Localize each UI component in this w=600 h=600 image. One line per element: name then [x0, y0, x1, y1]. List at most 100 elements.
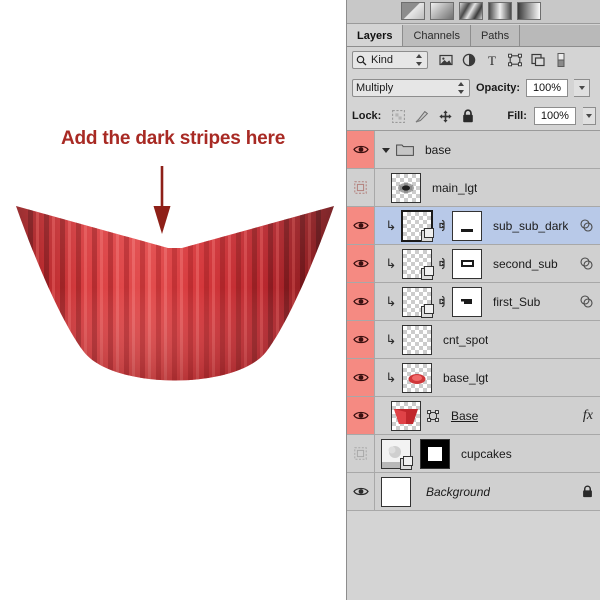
layer-mask-thumbnail[interactable]	[420, 438, 450, 469]
folder-icon	[396, 144, 414, 156]
chevron-down-icon[interactable]	[381, 145, 391, 155]
smart-object-badge-icon	[400, 455, 413, 470]
visibility-toggle[interactable]	[347, 245, 375, 282]
gradient-preset-2-swatch[interactable]	[430, 2, 454, 20]
clipping-mask-indicator-icon: ↳	[385, 370, 397, 385]
layer-thumbnail[interactable]	[402, 248, 434, 280]
eye-icon	[352, 221, 369, 230]
smart-object-filter-icon[interactable]	[531, 53, 545, 67]
clipping-mask-indicator-icon: ↳	[385, 332, 397, 347]
shape-layer-filter-icon[interactable]	[508, 53, 522, 67]
thumbnail-content	[398, 182, 414, 193]
visibility-off-icon	[354, 447, 367, 460]
svg-text:T: T	[488, 53, 496, 67]
layer-name: base	[425, 142, 452, 157]
layer-thumbnail[interactable]	[381, 438, 413, 470]
blend-opacity-row: Multiply Opacity: 100%	[347, 76, 600, 100]
layer-filter-row: Kind T	[347, 48, 600, 72]
visibility-toggle[interactable]	[347, 131, 375, 168]
layer-row-main-lgt[interactable]: main_lgt	[347, 169, 600, 207]
opacity-dropdown-button[interactable]	[574, 79, 591, 97]
layer-effects-icon[interactable]: fx	[583, 408, 593, 424]
eye-icon	[352, 145, 369, 154]
opacity-input[interactable]: 100%	[526, 79, 569, 97]
layer-thumbnail[interactable]	[391, 172, 421, 203]
layer-row-cupcakes[interactable]: cupcakes	[347, 435, 600, 473]
clipped-layers-icon[interactable]	[580, 295, 593, 308]
layer-row-first-sub[interactable]: ↳ first_Sub	[347, 283, 600, 321]
fill-dropdown-button[interactable]	[582, 107, 596, 125]
filter-toggle-switch-icon[interactable]	[554, 53, 568, 67]
type-layer-filter-icon[interactable]: T	[485, 53, 499, 67]
layer-name: cnt_spot	[443, 332, 489, 347]
lock-all-icon[interactable]	[462, 109, 474, 123]
mask-link-icon[interactable]	[437, 219, 447, 232]
vector-mask-icon[interactable]	[426, 409, 440, 423]
adjustment-layer-filter-icon[interactable]	[462, 53, 476, 67]
eye-icon	[352, 259, 369, 268]
layer-row-sub-sub-dark[interactable]: ↳ sub_sub_dark	[347, 207, 600, 245]
magnifier-icon	[356, 55, 367, 65]
layer-thumbnail[interactable]	[402, 362, 432, 393]
visibility-toggle[interactable]	[347, 359, 375, 396]
eye-icon	[352, 297, 369, 306]
filter-kind-dropdown[interactable]: Kind	[352, 51, 428, 69]
thumbnail-content	[408, 373, 426, 384]
smart-object-badge-icon	[421, 265, 434, 280]
gradient-preset-3-swatch[interactable]	[459, 2, 483, 20]
filter-kind-label: Kind	[371, 54, 394, 66]
tab-channels[interactable]: Channels	[403, 25, 471, 46]
blend-mode-value: Multiply	[356, 82, 394, 94]
layer-row-base[interactable]: Base fx	[347, 397, 600, 435]
layers-list[interactable]: base main_lgt ↳ sub_sub_dark ↳ second_su…	[347, 130, 600, 511]
blend-mode-stepper-icon[interactable]	[458, 81, 466, 95]
lock-transparency-icon[interactable]	[392, 109, 406, 123]
clipped-layers-icon[interactable]	[580, 219, 593, 232]
mask-link-icon[interactable]	[437, 295, 447, 308]
visibility-toggle[interactable]	[347, 207, 375, 244]
gradient-preset-4-swatch[interactable]	[488, 2, 512, 20]
layer-name: cupcakes	[461, 446, 512, 461]
layer-mask-thumbnail[interactable]	[452, 210, 482, 241]
panel-tab-bar: Layers Channels Paths	[347, 25, 600, 47]
fill-input[interactable]: 100%	[533, 107, 576, 125]
mask-link-icon[interactable]	[437, 257, 447, 270]
layer-row-base-lgt[interactable]: ↳ base_lgt	[347, 359, 600, 397]
lock-position-icon[interactable]	[439, 109, 452, 123]
clipping-mask-indicator-icon: ↳	[385, 256, 397, 271]
layer-thumbnail[interactable]	[381, 476, 411, 507]
layer-thumbnail[interactable]	[391, 400, 421, 431]
document-canvas: Add the dark stripes here	[0, 0, 346, 600]
panel-empty-area	[347, 511, 600, 600]
chevron-down-icon	[585, 114, 592, 118]
layer-mask-thumbnail[interactable]	[452, 248, 482, 279]
layer-row-cnt-spot[interactable]: ↳ cnt_spot	[347, 321, 600, 359]
layer-mask-thumbnail[interactable]	[452, 286, 482, 317]
visibility-toggle[interactable]	[347, 321, 375, 358]
visibility-off-icon	[354, 181, 367, 194]
eye-icon	[352, 335, 369, 344]
visibility-toggle[interactable]	[347, 473, 375, 510]
layer-row-second-sub[interactable]: ↳ second_sub	[347, 245, 600, 283]
blend-mode-dropdown[interactable]: Multiply	[352, 79, 470, 97]
tab-layers[interactable]: Layers	[347, 25, 404, 46]
layer-name: Background	[426, 484, 491, 499]
visibility-toggle[interactable]	[347, 435, 375, 472]
layer-thumbnail[interactable]	[402, 324, 432, 355]
tab-paths[interactable]: Paths	[470, 25, 521, 46]
layer-thumbnail[interactable]	[402, 286, 434, 318]
layer-row-base-group[interactable]: base	[347, 131, 600, 169]
visibility-toggle[interactable]	[347, 169, 375, 206]
layer-row-background[interactable]: Background	[347, 473, 600, 511]
visibility-toggle[interactable]	[347, 397, 375, 434]
filter-kind-stepper-icon[interactable]	[416, 53, 424, 67]
visibility-toggle[interactable]	[347, 283, 375, 320]
gradient-preset-1-swatch[interactable]	[401, 2, 425, 20]
gradient-preset-5-swatch[interactable]	[517, 2, 541, 20]
pixel-layer-filter-icon[interactable]	[439, 53, 453, 67]
layer-name: sub_sub_dark	[493, 218, 569, 233]
layer-thumbnail[interactable]	[401, 209, 434, 242]
opacity-label: Opacity:	[476, 82, 521, 94]
lock-image-pixels-icon[interactable]	[415, 110, 429, 123]
clipped-layers-icon[interactable]	[580, 257, 593, 270]
